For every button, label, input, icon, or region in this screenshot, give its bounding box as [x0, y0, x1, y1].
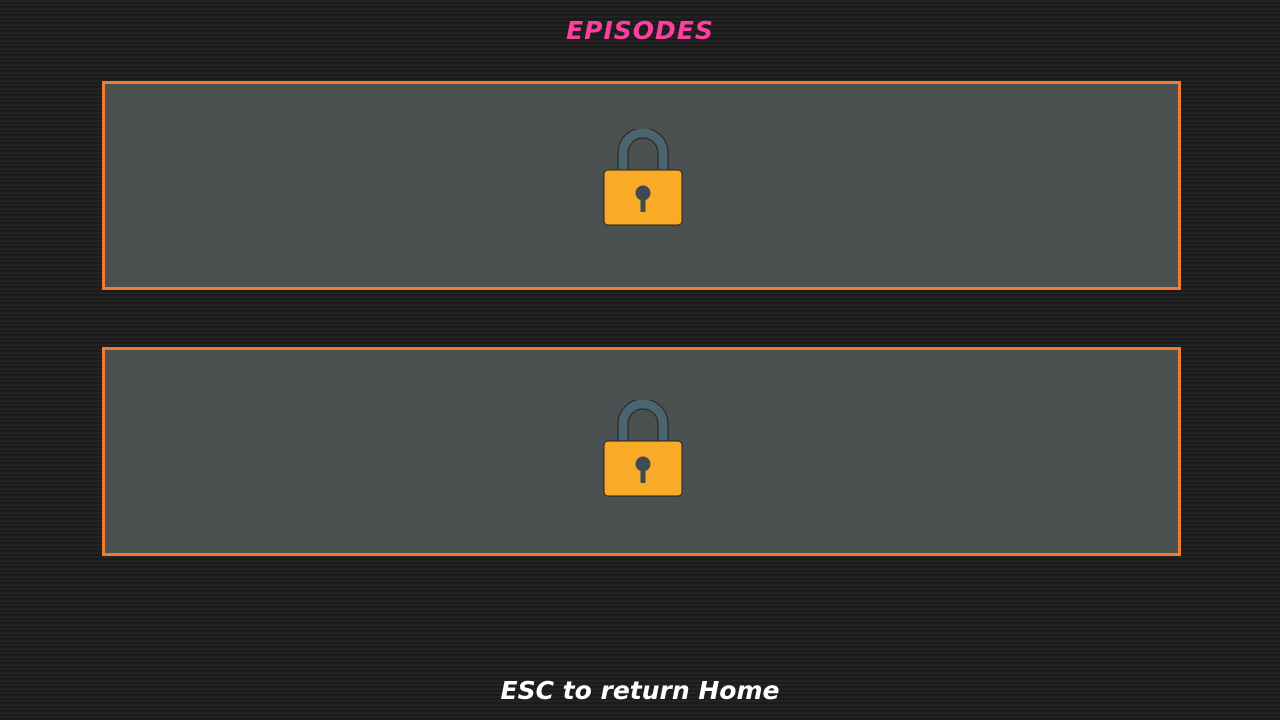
padlock-icon — [603, 400, 683, 497]
padlock-icon — [603, 129, 683, 226]
episode-card-1-locked[interactable] — [102, 81, 1181, 290]
esc-return-home-hint: ESC to return Home — [500, 676, 780, 705]
page-title: EPISODES — [566, 16, 714, 45]
episode-card-2-locked[interactable] — [102, 347, 1181, 556]
